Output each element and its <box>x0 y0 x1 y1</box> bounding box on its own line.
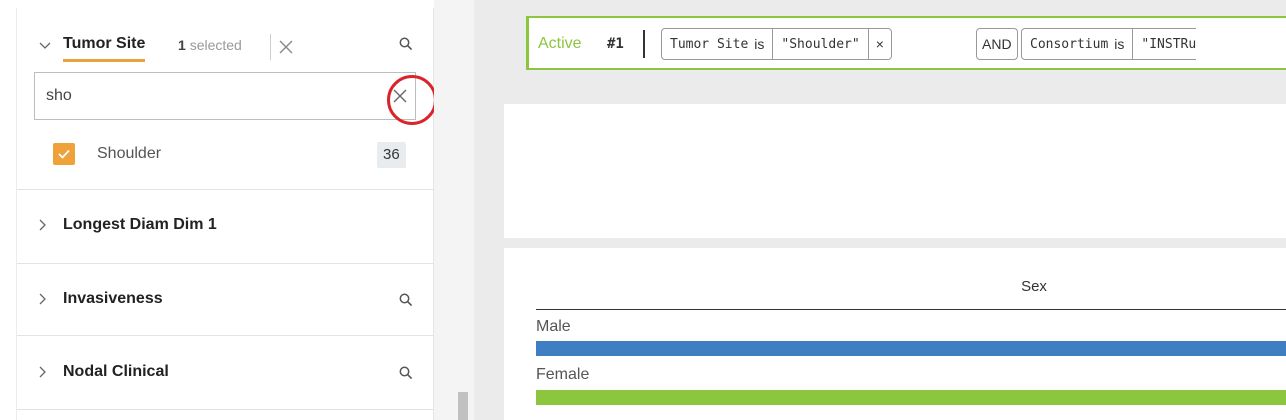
filter-pill-tumor-site[interactable]: Tumor Site is "Shoulder" × <box>661 28 892 60</box>
chart-title: Sex <box>1021 278 1047 295</box>
facet-longest-diam[interactable]: Longest Diam Dim 1 <box>17 190 435 264</box>
query-bar: Active #1 Tumor Site is "Shoulder" × AND… <box>526 16 1286 70</box>
bar-male[interactable] <box>536 341 1286 356</box>
facet-title-tumor-site[interactable]: Tumor Site <box>63 35 146 62</box>
scrollbar-thumb[interactable] <box>458 392 468 420</box>
bar-female[interactable] <box>536 390 1286 405</box>
filter-operator: is <box>754 36 765 52</box>
facet-tumor-site: Tumor Site 1 selected sho Shoulder 36 <box>17 8 437 190</box>
filter-field: Consortium <box>1030 36 1109 52</box>
facet-nodal-clinical[interactable]: Nodal Clinical <box>17 336 435 410</box>
selected-count-number: 1 <box>178 37 186 53</box>
empty-panel <box>504 104 1286 238</box>
chevron-right-icon[interactable] <box>39 219 47 235</box>
filter-pill-consortium[interactable]: Consortium is "INSTRu <box>1021 28 1197 60</box>
facet-search-input[interactable]: sho <box>34 72 437 125</box>
close-icon <box>279 40 293 54</box>
chevron-down-icon[interactable] <box>39 38 51 54</box>
check-icon <box>58 149 70 159</box>
chevron-right-icon[interactable] <box>39 366 47 382</box>
filter-field: Tumor Site <box>670 36 749 52</box>
search-value: sho <box>46 87 72 104</box>
highlight-circle <box>387 75 437 125</box>
search-icon[interactable] <box>399 37 413 51</box>
query-number: #1 <box>607 36 624 52</box>
main-content: Active #1 Tumor Site is "Shoulder" × AND… <box>474 0 1286 420</box>
selected-count: 1 selected <box>178 37 242 53</box>
chart-axis-line <box>536 309 1286 310</box>
facet-title-longest-diam[interactable]: Longest Diam Dim 1 <box>63 216 217 234</box>
filter-remove-button[interactable]: × <box>867 29 891 59</box>
filter-operator: is <box>1114 36 1125 52</box>
facet-option-shoulder[interactable]: Shoulder 36 <box>17 136 435 172</box>
sex-chart-panel: Sex Male Female <box>504 248 1286 420</box>
selected-count-text: selected <box>189 37 242 53</box>
clear-selection-button[interactable] <box>270 34 296 60</box>
chevron-right-icon[interactable] <box>39 293 47 309</box>
bar-label-male: Male <box>536 318 571 335</box>
sidebar-scrollbar[interactable] <box>434 0 474 420</box>
option-count-badge: 36 <box>377 142 406 168</box>
filter-value[interactable]: "Shoulder" <box>772 29 867 59</box>
option-label: Shoulder <box>97 145 162 162</box>
facet-invasiveness[interactable]: Invasiveness <box>17 264 435 336</box>
option-checkbox[interactable] <box>53 143 75 165</box>
bar-label-female: Female <box>536 366 590 383</box>
app-root: Tumor Site 1 selected sho Shoulder 36 Lo… <box>0 0 1286 420</box>
filter-value[interactable]: "INSTRu <box>1132 29 1196 59</box>
facet-title-invasiveness[interactable]: Invasiveness <box>63 290 163 308</box>
query-status: Active <box>538 35 582 52</box>
divider <box>643 30 645 58</box>
search-icon[interactable] <box>399 366 413 380</box>
query-connector[interactable]: AND <box>976 28 1018 60</box>
facet-title-nodal-clinical[interactable]: Nodal Clinical <box>63 363 169 381</box>
facet-sidebar: Tumor Site 1 selected sho Shoulder 36 Lo… <box>16 8 437 420</box>
search-icon[interactable] <box>399 293 413 307</box>
